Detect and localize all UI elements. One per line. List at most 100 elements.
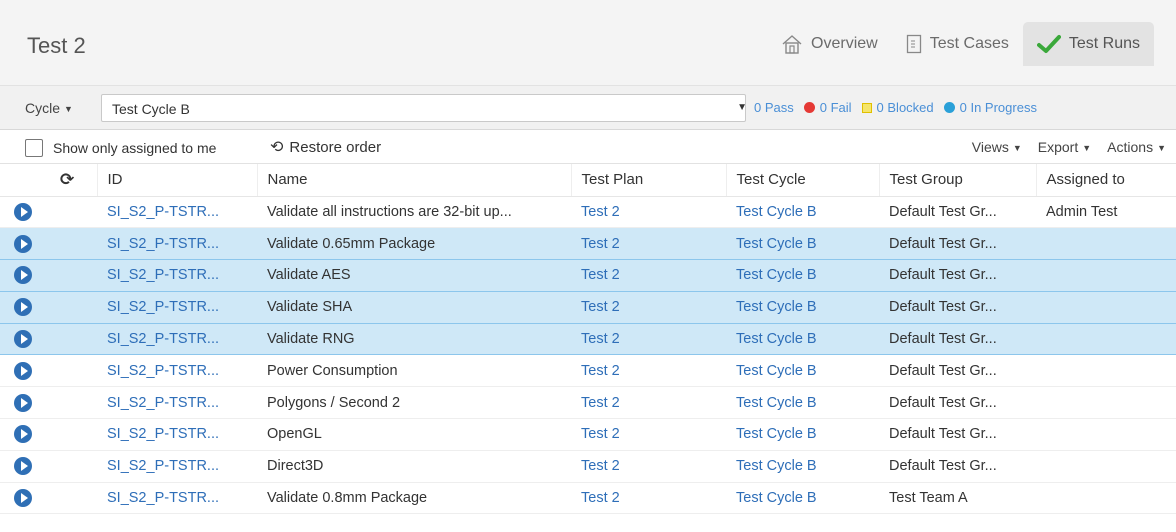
- column-header-name[interactable]: Name: [256, 164, 571, 197]
- tab-test-runs[interactable]: Test Runs: [1022, 22, 1154, 66]
- views-label: Views: [971, 139, 1009, 155]
- stat-fail[interactable]: 0 Fail: [803, 100, 852, 115]
- row-test-plan-link[interactable]: Test 2: [571, 290, 726, 324]
- row-id-link[interactable]: SI_S2_P-TSTR...: [97, 450, 257, 483]
- row-test-group: Default Test Gr...: [879, 354, 1036, 388]
- row-test-group: Default Test Gr...: [879, 196, 1036, 229]
- play-icon[interactable]: [14, 393, 32, 412]
- table-row[interactable]: SI_S2_P-TSTR... Validate SHA Test 2 Test Cy…: [0, 290, 1176, 324]
- tab-overview-label: Overview: [811, 35, 878, 52]
- row-name: Polygons / Second 2: [257, 386, 571, 420]
- row-name: Validate AES: [257, 259, 571, 292]
- column-header-id[interactable]: ID: [96, 164, 257, 197]
- row-test-group: Default Test Gr...: [879, 418, 1036, 451]
- play-column-header: [0, 164, 50, 197]
- checkmark-icon: [1036, 34, 1061, 54]
- row-test-cycle-link[interactable]: Test Cycle B: [726, 196, 879, 229]
- row-test-cycle-link[interactable]: Test Cycle B: [726, 227, 879, 261]
- table-row[interactable]: SI_S2_P-TSTR... Validate 0.65mm Package Te…: [0, 227, 1176, 261]
- row-test-plan-link[interactable]: Test 2: [571, 450, 726, 483]
- row-id-link[interactable]: SI_S2_P-TSTR...: [97, 290, 257, 324]
- row-id-link[interactable]: SI_S2_P-TSTR...: [97, 354, 257, 388]
- refresh-cell: [50, 290, 97, 324]
- column-header-assigned-to[interactable]: Assigned to: [1035, 164, 1176, 197]
- show-assigned-checkbox[interactable]: [25, 139, 43, 157]
- row-id-link[interactable]: SI_S2_P-TSTR...: [97, 322, 257, 356]
- run-cell: [0, 322, 50, 356]
- row-test-cycle-link[interactable]: Test Cycle B: [726, 482, 879, 515]
- row-id-link[interactable]: SI_S2_P-TSTR...: [97, 482, 257, 515]
- row-test-plan-link[interactable]: Test 2: [571, 418, 726, 451]
- row-assigned-to: [1036, 418, 1176, 451]
- refresh-cell: [50, 386, 97, 420]
- play-icon[interactable]: [14, 266, 32, 285]
- run-cell: [0, 386, 50, 420]
- row-id-link[interactable]: SI_S2_P-TSTR...: [97, 259, 257, 292]
- actions-menu[interactable]: Actions ▼: [1107, 139, 1166, 155]
- document-icon: [906, 34, 922, 54]
- cycle-dropdown[interactable]: Cycle ▼: [25, 100, 73, 116]
- table-row[interactable]: SI_S2_P-TSTR... Validate 0.8mm Package Tes…: [0, 482, 1176, 515]
- row-test-plan-link[interactable]: Test 2: [571, 482, 726, 515]
- row-test-group: Default Test Gr...: [879, 259, 1036, 292]
- cycle-select[interactable]: Test Cycle B ▼: [101, 94, 747, 122]
- row-name: Validate SHA: [257, 290, 571, 324]
- row-id-link[interactable]: SI_S2_P-TSTR...: [97, 386, 257, 420]
- views-menu[interactable]: Views ▼: [972, 139, 1022, 155]
- play-icon[interactable]: [14, 330, 32, 349]
- row-test-plan-link[interactable]: Test 2: [571, 227, 726, 261]
- column-header-test-cycle[interactable]: Test Cycle: [725, 164, 879, 197]
- row-test-cycle-link[interactable]: Test Cycle B: [726, 290, 879, 324]
- row-id-link[interactable]: SI_S2_P-TSTR...: [97, 227, 257, 261]
- refresh-cell: [50, 482, 97, 515]
- play-icon[interactable]: [14, 202, 32, 221]
- export-menu[interactable]: Export ▼: [1038, 139, 1091, 155]
- tab-overview[interactable]: Overview: [767, 22, 892, 66]
- row-test-cycle-link[interactable]: Test Cycle B: [726, 450, 879, 483]
- row-id-link[interactable]: SI_S2_P-TSTR...: [97, 418, 257, 451]
- row-test-cycle-link[interactable]: Test Cycle B: [726, 354, 879, 388]
- refresh-cell: [50, 418, 97, 451]
- row-test-plan-link[interactable]: Test 2: [571, 386, 726, 420]
- row-test-cycle-link[interactable]: Test Cycle B: [726, 418, 879, 451]
- stat-pass[interactable]: 0 Pass: [754, 100, 794, 115]
- row-test-plan-link[interactable]: Test 2: [571, 259, 726, 292]
- stat-blocked[interactable]: 0 Blocked: [861, 100, 934, 115]
- table-row[interactable]: SI_S2_P-TSTR... Validate AES Test 2 Test Cy…: [0, 259, 1176, 292]
- refresh-cell: [50, 354, 97, 388]
- blocked-square-icon: [861, 102, 872, 113]
- column-header-test-plan[interactable]: Test Plan: [570, 164, 726, 197]
- restore-order-button[interactable]: ⟲ Restore order: [270, 137, 381, 157]
- row-test-cycle-link[interactable]: Test Cycle B: [726, 386, 879, 420]
- run-stats: 0 Pass 0 Fail 0 Blocked 0 In Progress: [754, 100, 1047, 115]
- table-row[interactable]: SI_S2_P-TSTR... Direct3D Test 2 Test Cycle …: [0, 450, 1176, 483]
- row-test-plan-link[interactable]: Test 2: [571, 196, 726, 229]
- play-icon[interactable]: [14, 425, 32, 444]
- table-row[interactable]: SI_S2_P-TSTR... OpenGL Test 2 Test Cycle BD…: [0, 418, 1176, 451]
- column-header-test-group[interactable]: Test Group: [878, 164, 1036, 197]
- play-icon[interactable]: [14, 489, 32, 508]
- undo-icon: ⟲: [270, 139, 284, 156]
- play-icon[interactable]: [14, 298, 32, 317]
- refresh-column-header[interactable]: ⟳: [50, 164, 97, 197]
- play-icon[interactable]: [14, 234, 32, 253]
- row-test-cycle-link[interactable]: Test Cycle B: [726, 259, 879, 292]
- row-test-cycle-link[interactable]: Test Cycle B: [726, 322, 879, 356]
- table-row[interactable]: SI_S2_P-TSTR... Validate RNG Test 2 Test Cy…: [0, 322, 1176, 356]
- cycle-bar: Cycle ▼ Test Cycle B ▼ 0 Pass 0 Fail 0 Bl…: [0, 86, 1176, 130]
- stat-in-progress[interactable]: 0 In Progress: [943, 100, 1037, 115]
- refresh-cell: [50, 259, 97, 292]
- row-id-link[interactable]: SI_S2_P-TSTR...: [97, 196, 257, 229]
- row-name: OpenGL: [257, 418, 571, 451]
- table-row[interactable]: SI_S2_P-TSTR... Power Consumption Test 2 Te…: [0, 354, 1176, 388]
- row-name: Power Consumption: [257, 354, 571, 388]
- row-test-plan-link[interactable]: Test 2: [571, 322, 726, 356]
- tab-test-cases[interactable]: Test Cases: [892, 22, 1023, 66]
- table-row[interactable]: SI_S2_P-TSTR... Polygons / Second 2 Test 2…: [0, 386, 1176, 420]
- play-icon[interactable]: [14, 361, 32, 380]
- row-test-group: Default Test Gr...: [879, 290, 1036, 324]
- table-row[interactable]: SI_S2_P-TSTR... Validate all instructions…: [0, 196, 1176, 229]
- play-icon[interactable]: [14, 457, 32, 476]
- refresh-cell: [50, 196, 97, 229]
- row-test-plan-link[interactable]: Test 2: [571, 354, 726, 388]
